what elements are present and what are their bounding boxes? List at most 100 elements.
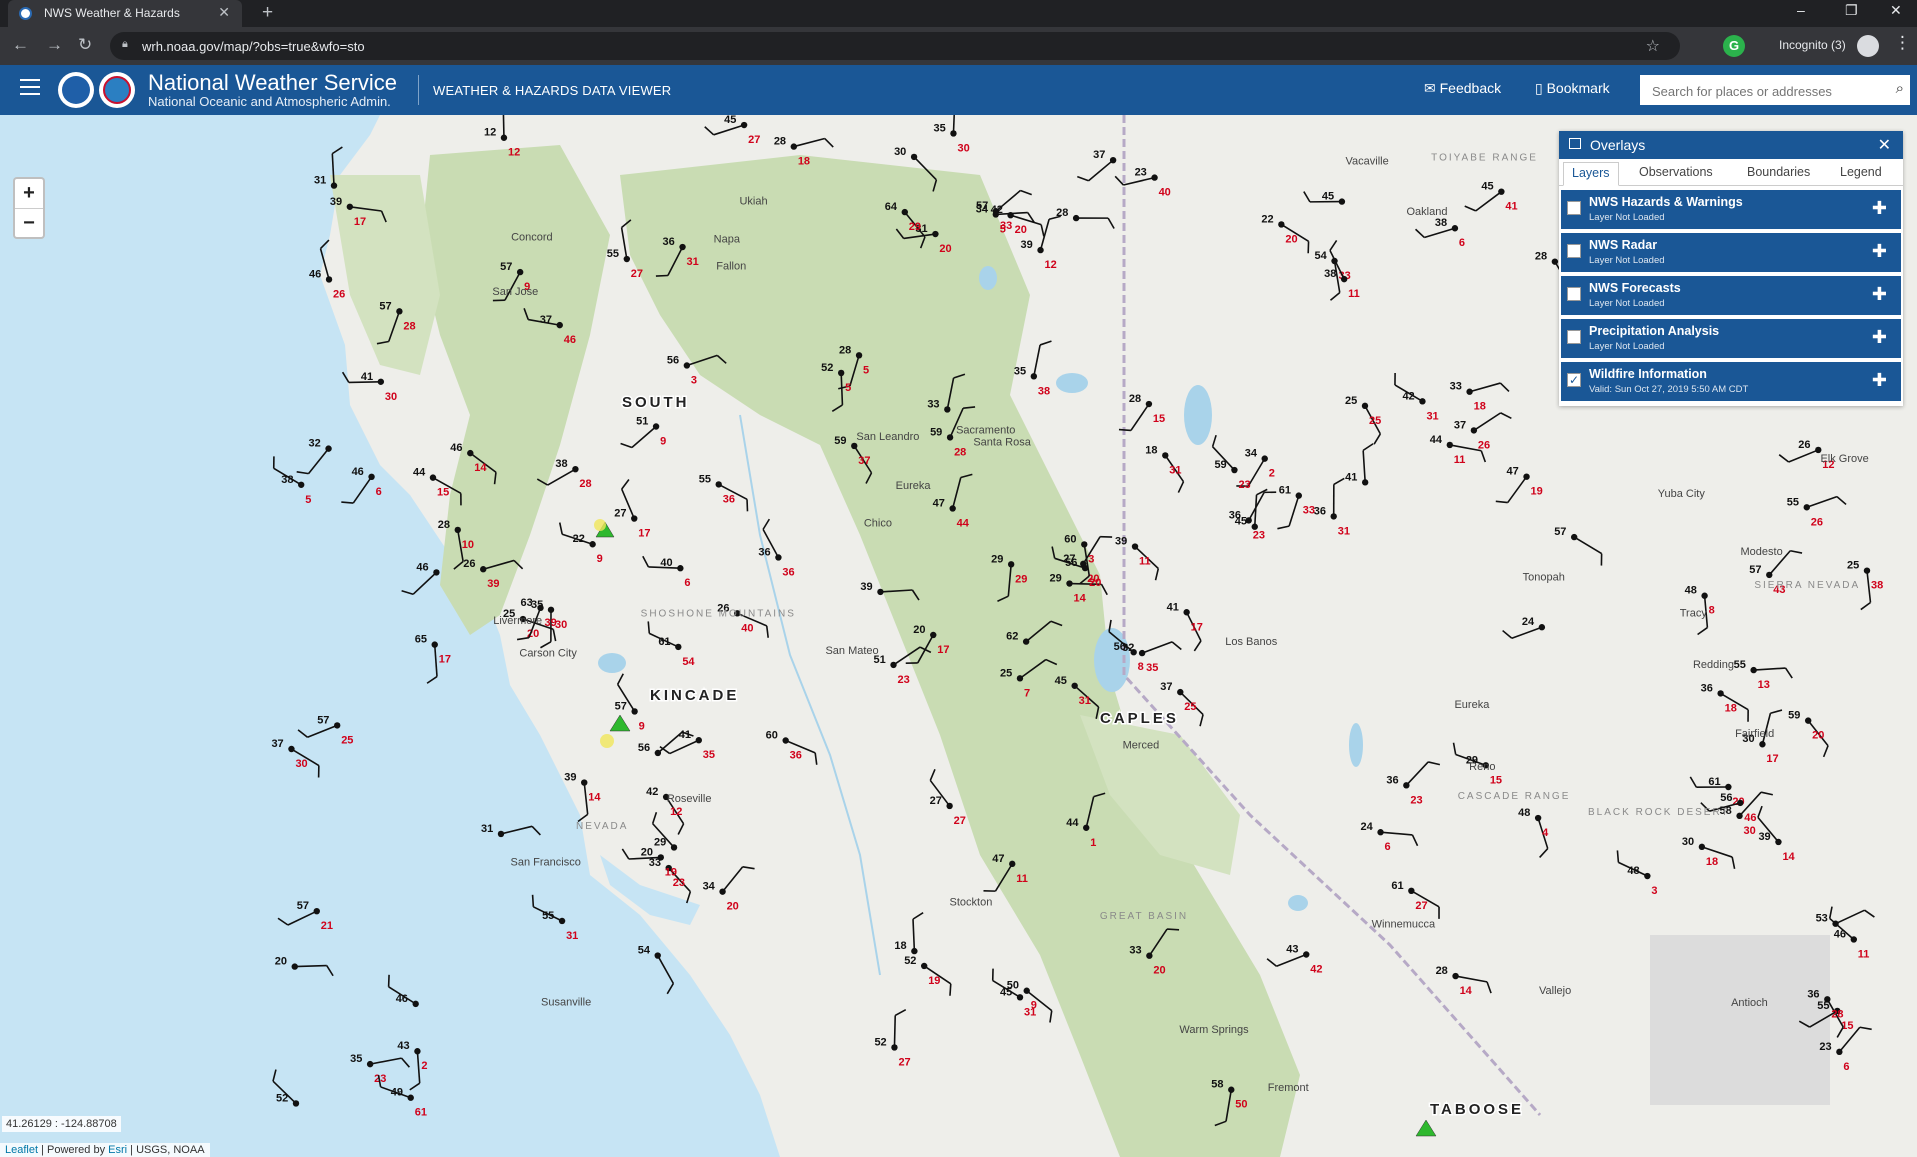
weather-station[interactable]: 48 4: [1518, 807, 1549, 858]
weather-station[interactable]: 41 30: [341, 371, 397, 403]
search-icon[interactable]: ⌕: [1896, 80, 1904, 97]
weather-station[interactable]: 41 35: [659, 729, 715, 761]
zoom-in-button[interactable]: +: [15, 179, 43, 209]
weather-station[interactable]: 41 17: [1167, 601, 1203, 652]
weather-station[interactable]: 55 26: [1787, 495, 1847, 528]
weather-station[interactable]: 43 42: [1266, 944, 1323, 976]
tab-close-icon[interactable]: ✕: [218, 4, 230, 21]
weather-station[interactable]: 42 31: [1394, 372, 1439, 422]
layer-precipitation-analysis[interactable]: Precipitation Analysis Layer Not Loaded …: [1561, 319, 1901, 358]
weather-station[interactable]: 45 41: [1464, 181, 1518, 213]
bookmark-link[interactable]: ▯ Bookmark: [1535, 80, 1610, 97]
bookmark-star-icon[interactable]: ☆: [1646, 36, 1660, 56]
tab-observations[interactable]: Observations: [1639, 165, 1713, 179]
weather-station[interactable]: 55 36: [699, 473, 749, 512]
weather-station[interactable]: 35 30: [933, 115, 970, 154]
hamburger-menu-icon[interactable]: [20, 79, 40, 95]
weather-station[interactable]: 33 18: [1450, 381, 1510, 413]
weather-station[interactable]: 18: [894, 912, 924, 955]
tab-boundaries[interactable]: Boundaries: [1747, 165, 1810, 179]
fire-name-label[interactable]: TABOOSE: [1429, 1100, 1524, 1120]
search-input[interactable]: [1640, 75, 1890, 107]
expand-icon[interactable]: ✚: [1872, 198, 1887, 219]
weather-station[interactable]: 59 23: [1211, 434, 1251, 491]
browser-menu-icon[interactable]: ⋮: [1894, 33, 1911, 53]
weather-station[interactable]: 37: [1077, 149, 1117, 182]
weather-station[interactable]: 27 17: [614, 479, 651, 540]
expand-icon[interactable]: ✚: [1872, 327, 1887, 348]
weather-station[interactable]: 46 11: [1828, 906, 1870, 961]
layer-checkbox[interactable]: [1567, 287, 1581, 301]
expand-icon[interactable]: ✚: [1872, 284, 1887, 305]
weather-station[interactable]: 28 15: [1118, 393, 1165, 432]
back-arrow-icon[interactable]: ←: [12, 35, 29, 55]
weather-station[interactable]: 52 19: [904, 955, 952, 996]
weather-station[interactable]: 37 26: [1454, 412, 1512, 452]
layer-checkbox[interactable]: [1567, 201, 1581, 215]
layer-checkbox[interactable]: ✓: [1567, 373, 1581, 387]
tab-layers[interactable]: Layers: [1563, 162, 1619, 186]
new-tab-button[interactable]: +: [262, 2, 273, 24]
weather-station[interactable]: 48 3: [1616, 850, 1657, 897]
weather-station[interactable]: 36 31: [1314, 477, 1350, 537]
layer-checkbox[interactable]: [1567, 244, 1581, 258]
address-bar[interactable]: 🔒︎ wrh.noaa.gov/map/?obs=true&wfo=sto ☆: [110, 32, 1680, 60]
fire-name-label[interactable]: CAPLES: [1099, 709, 1179, 729]
weather-station[interactable]: 1831: [1145, 444, 1185, 493]
fire-name-label[interactable]: SOUTH: [621, 393, 690, 413]
weather-station[interactable]: 25 25: [1345, 395, 1381, 445]
weather-station[interactable]: 32 35: [1122, 641, 1182, 674]
weather-station[interactable]: 36 23: [1229, 491, 1277, 541]
esri-link[interactable]: Esri: [108, 1144, 127, 1156]
zoom-out-button[interactable]: −: [15, 209, 43, 238]
weather-station[interactable]: 59 20: [1788, 710, 1829, 758]
weather-station[interactable]: 36 23: [1386, 761, 1441, 806]
expand-icon[interactable]: ✚: [1872, 370, 1887, 391]
weather-station[interactable]: 38 6: [1415, 217, 1466, 249]
incognito-icon[interactable]: [1857, 35, 1879, 57]
forward-arrow-icon[interactable]: →: [46, 35, 63, 55]
expand-icon[interactable]: ✚: [1872, 241, 1887, 262]
layer-nws-forecasts[interactable]: NWS Forecasts Layer Not Loaded ✚: [1561, 276, 1901, 315]
weather-station[interactable]: 24 6: [1361, 821, 1419, 853]
weather-station[interactable]: 41: [1345, 443, 1374, 486]
weather-station[interactable]: 28: [1056, 207, 1115, 229]
weather-station[interactable]: 22 20: [1261, 213, 1310, 254]
leaflet-link[interactable]: Leaflet: [5, 1144, 38, 1156]
weather-station[interactable]: 29: [651, 811, 678, 851]
weather-station[interactable]: 30 18: [1682, 836, 1736, 869]
weather-station[interactable]: 53: [1816, 909, 1875, 927]
layer-nws-hazards[interactable]: NWS Hazards & Warnings Layer Not Loaded …: [1561, 190, 1901, 229]
fire-name-label[interactable]: KINCADE: [649, 686, 739, 706]
tab-legend[interactable]: Legend: [1840, 165, 1882, 179]
weather-station[interactable]: 36 36: [758, 518, 795, 578]
window-close-button[interactable]: ✕: [1890, 2, 1902, 19]
weather-station[interactable]: 40 6: [642, 555, 691, 589]
weather-station[interactable]: 35 38: [1014, 340, 1052, 397]
weather-station[interactable]: 24: [1502, 616, 1546, 640]
weather-station[interactable]: 45: [1303, 191, 1346, 205]
weather-station[interactable]: 51 9: [620, 415, 667, 449]
weather-station[interactable]: 61 33: [1277, 485, 1315, 530]
layer-nws-radar[interactable]: NWS Radar Layer Not Loaded ✚: [1561, 233, 1901, 272]
restore-button[interactable]: ❐: [1845, 2, 1858, 19]
weather-station[interactable]: 39 11: [1115, 536, 1160, 581]
layer-checkbox[interactable]: [1567, 330, 1581, 344]
weather-station[interactable]: 52 27: [874, 1008, 911, 1069]
weather-station[interactable]: 45 27: [704, 115, 761, 146]
weather-station[interactable]: 28 14: [1436, 965, 1492, 997]
minimize-button[interactable]: –: [1797, 2, 1805, 18]
grammarly-extension-icon[interactable]: G: [1723, 35, 1745, 57]
weather-station[interactable]: 36 18: [1701, 682, 1749, 722]
layer-wildfire-information[interactable]: ✓ Wildfire Information Valid: Sun Oct 27…: [1561, 362, 1901, 401]
reload-icon[interactable]: ↻: [78, 35, 92, 55]
browser-tab[interactable]: NWS Weather & Hazards ✕: [8, 0, 242, 27]
weather-station[interactable]: 55 13: [1734, 659, 1793, 691]
weather-station[interactable]: 57: [1554, 526, 1603, 566]
weather-station[interactable]: 39 14: [1757, 805, 1796, 863]
weather-station[interactable]: 60 36: [766, 730, 818, 765]
weather-station[interactable]: 34 20: [703, 866, 755, 913]
overlays-close-icon[interactable]: ✕: [1878, 135, 1891, 155]
weather-station[interactable]: 47 19: [1495, 466, 1543, 504]
feedback-link[interactable]: ✉ Feedback: [1424, 80, 1501, 97]
